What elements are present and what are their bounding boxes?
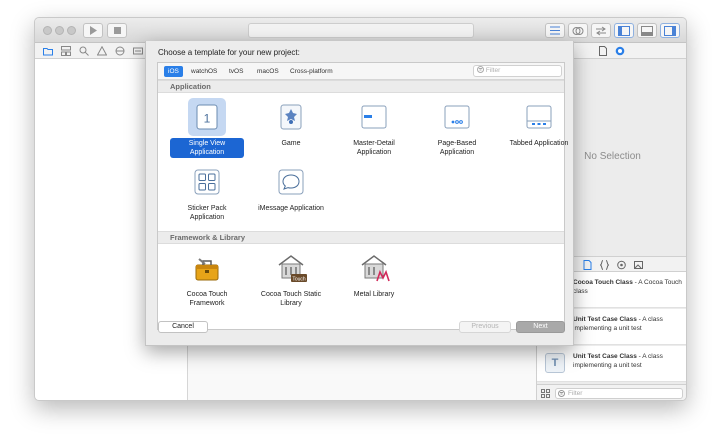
template-label: Metal Library bbox=[353, 291, 395, 298]
library-filter-bar: Filter bbox=[537, 384, 686, 400]
object-library-icon[interactable] bbox=[617, 260, 626, 270]
standard-editor-button[interactable] bbox=[545, 23, 565, 38]
tab-macos[interactable]: macOS bbox=[253, 66, 283, 77]
search-icon[interactable] bbox=[79, 46, 89, 56]
code-snippet-icon[interactable] bbox=[600, 260, 609, 270]
tab-cross-platform[interactable]: Cross-platform bbox=[286, 66, 337, 77]
library-item-title: Unit Test Case Class bbox=[573, 353, 637, 360]
zoom-window-button[interactable] bbox=[67, 26, 76, 35]
toggle-utilities-button[interactable] bbox=[660, 23, 680, 38]
single-view-icon: 1 bbox=[190, 100, 224, 134]
template-single-view[interactable]: 1 Single View Application bbox=[170, 100, 244, 158]
editor-view-controls bbox=[545, 23, 680, 38]
template-label: Cocoa Touch Framework bbox=[186, 291, 228, 307]
template-label: Page-Based Application bbox=[437, 140, 477, 156]
library-filter-input[interactable]: Filter bbox=[555, 388, 683, 399]
template-cocoa-touch-static-library[interactable]: Touch Cocoa Touch Static Library bbox=[254, 251, 328, 309]
media-library-icon[interactable] bbox=[634, 260, 643, 270]
template-label: Sticker Pack Application bbox=[187, 205, 227, 221]
venn-icon bbox=[572, 26, 584, 35]
template-page-based[interactable]: Page-Based Application bbox=[420, 100, 494, 158]
tab-tvos[interactable]: tvOS bbox=[225, 66, 247, 77]
right-panel-icon bbox=[664, 25, 676, 36]
filter-icon bbox=[558, 390, 565, 397]
assistant-editor-button[interactable] bbox=[568, 23, 588, 38]
template-label: Game bbox=[281, 140, 301, 147]
run-button[interactable] bbox=[83, 23, 103, 38]
section-application: Application bbox=[158, 80, 564, 93]
library-item-title: Cocoa Touch Class bbox=[573, 279, 633, 286]
folder-icon[interactable] bbox=[43, 46, 53, 56]
file-template-icon[interactable] bbox=[583, 260, 592, 270]
library-item-title: Unit Test Case Class bbox=[573, 316, 637, 323]
template-label: Tabbed Application bbox=[509, 140, 569, 147]
stop-icon bbox=[113, 27, 121, 34]
template-label: Single View Application bbox=[170, 138, 244, 158]
lines-icon bbox=[550, 26, 560, 35]
cancel-button[interactable]: Cancel bbox=[158, 321, 208, 333]
template-filter-input[interactable]: Filter bbox=[473, 65, 562, 77]
template-imessage[interactable]: iMessage Application bbox=[254, 165, 328, 214]
template-label: iMessage Application bbox=[258, 205, 324, 212]
warning-icon[interactable] bbox=[97, 46, 107, 56]
template-sticker-pack[interactable]: Sticker Pack Application bbox=[170, 165, 244, 223]
grid-view-icon[interactable] bbox=[541, 389, 550, 398]
stop-button[interactable] bbox=[107, 23, 127, 38]
activity-viewer bbox=[248, 23, 474, 38]
hierarchy-icon[interactable] bbox=[61, 46, 71, 56]
template-chooser: iOS watchOS tvOS macOS Cross-platform Fi… bbox=[157, 62, 568, 330]
sticker-pack-icon bbox=[190, 165, 224, 199]
left-panel-icon bbox=[618, 25, 630, 36]
debug-icon[interactable] bbox=[133, 46, 143, 56]
close-window-button[interactable] bbox=[43, 26, 52, 35]
file-inspector-icon[interactable] bbox=[598, 46, 608, 56]
unit-test-icon: T bbox=[545, 353, 565, 373]
static-library-icon: Touch bbox=[274, 251, 308, 285]
template-master-detail[interactable]: Master-Detail Application bbox=[337, 100, 411, 158]
template-game[interactable]: Game bbox=[254, 100, 328, 149]
filter-icon bbox=[477, 66, 484, 73]
library-filter-placeholder: Filter bbox=[568, 390, 583, 397]
toolbar bbox=[35, 18, 686, 43]
platform-tabs: iOS watchOS tvOS macOS Cross-platform Fi… bbox=[158, 63, 564, 80]
metal-library-icon bbox=[357, 251, 391, 285]
tabbed-icon bbox=[522, 100, 556, 134]
template-metal-library[interactable]: Metal Library bbox=[337, 251, 411, 300]
play-icon bbox=[90, 26, 97, 35]
template-cocoa-touch-framework[interactable]: Cocoa Touch Framework bbox=[170, 251, 244, 309]
template-tabbed[interactable]: Tabbed Application bbox=[502, 100, 576, 149]
single-view-glyph: 1 bbox=[204, 112, 211, 126]
master-detail-icon bbox=[357, 100, 391, 134]
page-based-icon bbox=[440, 100, 474, 134]
tab-watchos[interactable]: watchOS bbox=[187, 66, 221, 77]
library-item[interactable]: T Unit Test Case Class - A class impleme… bbox=[537, 346, 686, 382]
sheet-title: Choose a template for your new project: bbox=[158, 48, 300, 57]
game-icon bbox=[274, 100, 308, 134]
previous-button[interactable]: Previous bbox=[459, 321, 511, 333]
tab-ios[interactable]: iOS bbox=[164, 66, 183, 77]
toggle-debug-area-button[interactable] bbox=[637, 23, 657, 38]
new-project-sheet: Choose a template for your new project: … bbox=[145, 41, 574, 346]
toggle-navigator-button[interactable] bbox=[614, 23, 634, 38]
template-label: Master-Detail Application bbox=[353, 140, 395, 156]
template-filter-placeholder: Filter bbox=[485, 67, 501, 74]
test-icon[interactable] bbox=[115, 46, 125, 56]
version-editor-button[interactable] bbox=[591, 23, 611, 38]
minimize-window-button[interactable] bbox=[55, 26, 64, 35]
touch-badge: Touch bbox=[292, 277, 306, 283]
next-button[interactable]: Next bbox=[516, 321, 565, 333]
toolbox-icon bbox=[190, 251, 224, 285]
section-framework-library: Framework & Library bbox=[158, 231, 564, 244]
quick-help-icon[interactable] bbox=[615, 46, 625, 56]
bottom-panel-icon bbox=[641, 25, 653, 36]
template-label: Cocoa Touch Static Library bbox=[260, 291, 322, 307]
imessage-icon bbox=[274, 165, 308, 199]
arrows-icon bbox=[596, 26, 606, 35]
